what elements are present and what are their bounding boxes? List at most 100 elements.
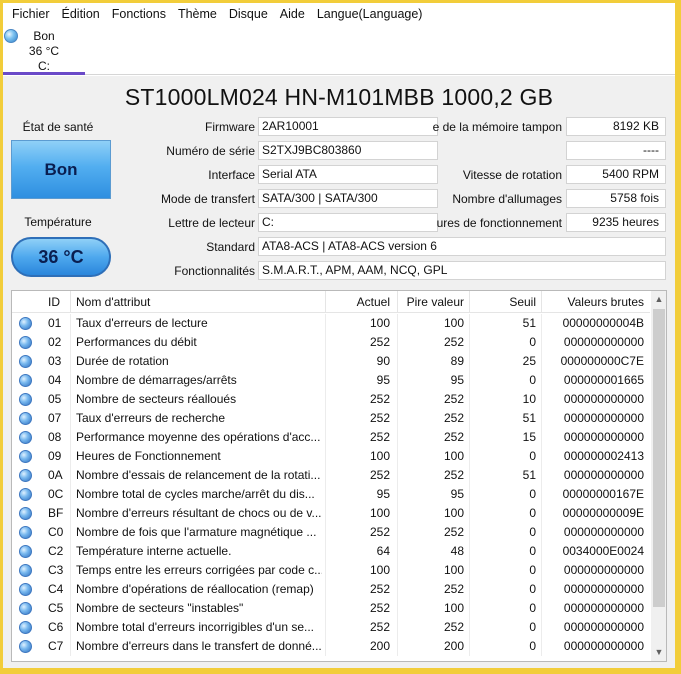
- row-threshold: 0: [529, 525, 536, 539]
- table-row[interactable]: 05 Nombre de secteurs réalloués 252 252 10 00…: [12, 390, 650, 409]
- features-label: Fonctionnalités: [174, 264, 255, 278]
- row-attribute-name: Nombre de fois que l'armature magnétique…: [76, 525, 317, 539]
- table-row[interactable]: C7 Nombre d'erreurs dans le transfert de …: [12, 637, 650, 656]
- row-current: 100: [369, 316, 390, 330]
- table-row[interactable]: 04 Nombre de démarrages/arrêts 95 95 0 000000…: [12, 371, 650, 390]
- table-row[interactable]: 02 Performances du débit 252 252 0 0000000000…: [12, 333, 650, 352]
- table-row[interactable]: 07 Taux d'erreurs de recherche 252 252 51 000…: [12, 409, 650, 428]
- disk-info-panel: ST1000LM024 HN-M101MBB 1000,2 GB État de…: [3, 76, 675, 668]
- power-on-hours-field: 9235 heures: [566, 213, 666, 232]
- scrollbar-thumb[interactable]: [653, 309, 665, 607]
- menu-item-1[interactable]: Édition: [56, 7, 106, 21]
- status-good-icon: [19, 469, 32, 482]
- app-window: Fichier Édition Fonctions Thème Disque Aide La…: [3, 3, 675, 668]
- power-on-hours-label: ures de fonctionnement: [436, 216, 562, 230]
- table-row[interactable]: 01 Taux d'erreurs de lecture 100 100 51 00000…: [12, 314, 650, 333]
- table-scrollbar[interactable]: ▲ ▼: [651, 291, 666, 661]
- row-attribute-name: Température interne actuelle.: [76, 544, 232, 558]
- power-on-count-label: Nombre d'allumages: [452, 192, 562, 206]
- header-id[interactable]: ID: [48, 295, 60, 309]
- table-row[interactable]: C5 Nombre de secteurs "instables" 252 100 0 0…: [12, 599, 650, 618]
- status-good-icon: [19, 336, 32, 349]
- row-worst: 100: [443, 449, 464, 463]
- row-raw-value: 000000000000: [563, 601, 644, 615]
- table-row[interactable]: 08 Performance moyenne des opérations d'a…: [12, 428, 650, 447]
- row-attribute-name: Temps entre les erreurs corrigées par co…: [76, 563, 322, 577]
- disk-tab-c[interactable]: Bon 36 °C C:: [3, 25, 85, 75]
- table-row[interactable]: C6 Nombre total d'erreurs incorrigibles d…: [12, 618, 650, 637]
- row-id: C2: [48, 544, 64, 558]
- standard-field: ATA8-ACS | ATA8-ACS version 6: [258, 237, 666, 256]
- row-worst: 252: [443, 582, 464, 596]
- row-worst: 100: [443, 506, 464, 520]
- table-row[interactable]: C2 Température interne actuelle. 64 48 0 0034…: [12, 542, 650, 561]
- scroll-down-arrow-icon[interactable]: ▼: [651, 644, 666, 661]
- header-raw-values[interactable]: Valeurs brutes: [542, 295, 644, 309]
- table-row[interactable]: C4 Nombre d'opérations de réallocation (r…: [12, 580, 650, 599]
- row-threshold: 0: [529, 544, 536, 558]
- disk-tab-letter: C:: [38, 59, 50, 73]
- menu-item-5[interactable]: Aide: [274, 7, 311, 21]
- menu-item-3[interactable]: Thème: [172, 7, 223, 21]
- status-good-icon: [19, 545, 32, 558]
- header-attribute-name[interactable]: Nom d'attribut: [76, 295, 150, 309]
- row-raw-value: 0034000E0024: [562, 544, 644, 558]
- status-good-icon: [19, 488, 32, 501]
- row-current: 252: [369, 620, 390, 634]
- row-id: 02: [48, 335, 62, 349]
- table-row[interactable]: C3 Temps entre les erreurs corrigées par …: [12, 561, 650, 580]
- scroll-up-arrow-icon[interactable]: ▲: [651, 291, 666, 308]
- row-raw-value: 000000000000: [563, 468, 644, 482]
- table-row[interactable]: 0C Nombre total de cycles marche/arrêt du…: [12, 485, 650, 504]
- row-attribute-name: Nombre de démarrages/arrêts: [76, 373, 237, 387]
- drive-letter-field: C:: [258, 213, 438, 232]
- menu-item-0[interactable]: Fichier: [6, 7, 56, 21]
- header-current[interactable]: Actuel: [326, 295, 390, 309]
- table-row[interactable]: BF Nombre d'erreurs résultant de chocs ou…: [12, 504, 650, 523]
- header-worst[interactable]: Pire valeur: [398, 295, 464, 309]
- transfer-mode-field: SATA/300 | SATA/300: [258, 189, 438, 208]
- row-attribute-name: Nombre d'opérations de réallocation (rem…: [76, 582, 314, 596]
- interface-label: Interface: [208, 168, 255, 182]
- menu-item-6[interactable]: Langue(Language): [311, 7, 429, 21]
- table-row[interactable]: C0 Nombre de fois que l'armature magnétiq…: [12, 523, 650, 542]
- temperature-button[interactable]: 36 °C: [11, 237, 111, 277]
- row-threshold: 0: [529, 563, 536, 577]
- row-worst: 252: [443, 468, 464, 482]
- rotation-speed-label: Vitesse de rotation: [462, 168, 562, 182]
- table-row[interactable]: 09 Heures de Fonctionnement 100 100 0 0000000…: [12, 447, 650, 466]
- health-status-button[interactable]: Bon: [11, 140, 111, 199]
- table-row[interactable]: 0A Nombre d'essais de relancement de la r…: [12, 466, 650, 485]
- row-id: 09: [48, 449, 62, 463]
- row-worst: 200: [443, 639, 464, 653]
- row-worst: 252: [443, 411, 464, 425]
- row-threshold: 10: [522, 392, 536, 406]
- menu-item-4[interactable]: Disque: [223, 7, 274, 21]
- row-attribute-name: Taux d'erreurs de lecture: [76, 316, 208, 330]
- status-good-icon: [19, 317, 32, 330]
- row-id: C4: [48, 582, 64, 596]
- buffer-size-label: e de la mémoire tampon: [433, 120, 562, 134]
- header-threshold[interactable]: Seuil: [470, 295, 536, 309]
- row-id: 05: [48, 392, 62, 406]
- row-current: 252: [369, 392, 390, 406]
- status-good-icon: [19, 564, 32, 577]
- row-raw-value: 00000000167E: [562, 487, 644, 501]
- row-current: 252: [369, 601, 390, 615]
- row-id: C7: [48, 639, 64, 653]
- row-threshold: 0: [529, 373, 536, 387]
- row-worst: 100: [443, 601, 464, 615]
- row-attribute-name: Nombre de secteurs "instables": [76, 601, 244, 615]
- disk-tab-status: Bon: [33, 29, 55, 43]
- menu-item-2[interactable]: Fonctions: [106, 7, 172, 21]
- row-threshold: 0: [529, 506, 536, 520]
- standard-label: Standard: [206, 240, 255, 254]
- firmware-label: Firmware: [205, 120, 255, 134]
- row-id: 03: [48, 354, 62, 368]
- table-row[interactable]: 03 Durée de rotation 90 89 25 000000000C7E: [12, 352, 650, 371]
- row-raw-value: 000000000000: [563, 563, 644, 577]
- features-field: S.M.A.R.T., APM, AAM, NCQ, GPL: [258, 261, 666, 280]
- smart-attributes-table[interactable]: ID Nom d'attribut Actuel Pire valeur Seu…: [11, 290, 667, 662]
- row-id: C6: [48, 620, 64, 634]
- row-worst: 252: [443, 430, 464, 444]
